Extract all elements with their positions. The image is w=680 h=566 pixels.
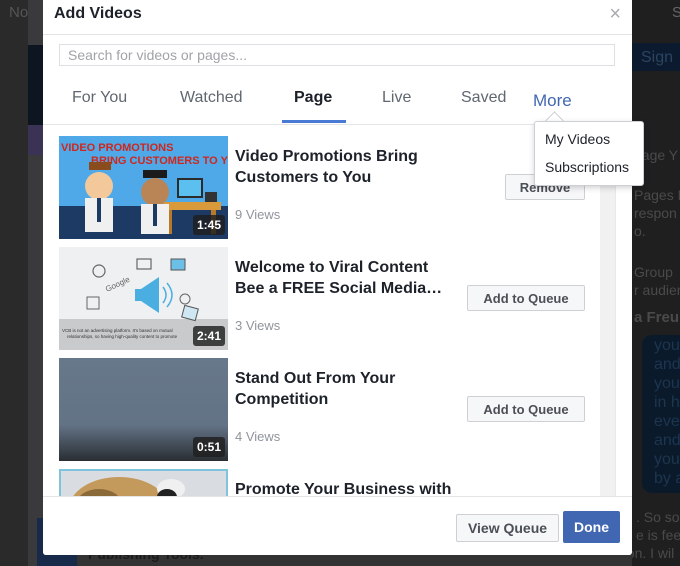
video-list-item[interactable]: VIDEO PROMOTIONS BRING CUSTOMERS TO YOU! [59, 136, 599, 240]
video-duration: 0:51 [192, 437, 225, 457]
active-tab-indicator [282, 120, 346, 123]
video-title[interactable]: Promote Your Business with Video [235, 479, 460, 496]
done-button[interactable]: Done [563, 511, 620, 543]
background-text: r audien [634, 282, 680, 298]
background-left-accent [28, 125, 44, 155]
svg-text:VIDEO PROMOTIONS: VIDEO PROMOTIONS [61, 142, 173, 154]
svg-text:relationships, so having high-: relationships, so having high-quality co… [67, 334, 178, 339]
tab-for-you[interactable]: For You [72, 89, 127, 107]
background-text: a Freun [634, 309, 680, 326]
background-sign-button: Sign [631, 43, 680, 71]
background-chat-bubble: you and you in hi ever and you by a [642, 335, 680, 493]
video-thumbnail[interactable] [59, 469, 228, 496]
video-thumbnail[interactable]: VIDEO PROMOTIONS BRING CUSTOMERS TO YOU! [59, 136, 228, 239]
bubble-line: and [654, 356, 680, 373]
add-videos-dialog: Add Videos × For You Watched Page Live S… [43, 0, 632, 555]
view-queue-button[interactable]: View Queue [456, 514, 559, 542]
background-text: Pages M [634, 187, 680, 203]
svg-text:VCB is not an advertising plat: VCB is not an advertising platform. It's… [62, 328, 173, 333]
search-input[interactable] [59, 44, 615, 66]
video-duration: 2:41 [192, 326, 225, 346]
video-view-count: 3 Views [235, 318, 281, 333]
tab-more[interactable]: More [533, 91, 572, 111]
tab-page[interactable]: Page [294, 89, 332, 107]
bubble-line: ever [654, 413, 680, 430]
background-text: e is feel [636, 527, 680, 543]
close-icon[interactable]: × [609, 4, 621, 24]
video-thumbnail[interactable]: 0:51 [59, 358, 228, 461]
tab-watched[interactable]: Watched [180, 89, 243, 107]
video-title[interactable]: Welcome to Viral Content Bee a FREE Soci… [235, 257, 460, 299]
background-left-text: No [9, 4, 29, 21]
bubble-line: by a [654, 470, 680, 487]
promote-business-thumbnail-image [59, 469, 228, 496]
video-thumbnail[interactable]: Google VCB is not an advertising platfor… [59, 247, 228, 350]
add-to-queue-button[interactable]: Add to Queue [467, 285, 585, 311]
dialog-header: Add Videos × [43, 0, 632, 35]
add-to-queue-button[interactable]: Add to Queue [467, 396, 585, 422]
video-list-item[interactable]: Google VCB is not an advertising platfor… [59, 247, 599, 351]
background-text: o. [634, 223, 646, 239]
background-text: respon [634, 205, 677, 221]
background-right-top-text: S [672, 4, 680, 21]
dialog-title: Add Videos [54, 5, 142, 22]
video-list-item[interactable]: Promote Your Business with Video [59, 469, 599, 496]
video-list-item[interactable]: 0:51 Stand Out From Your Competition 4 V… [59, 358, 599, 462]
bubble-line: you [654, 451, 680, 468]
dialog-footer: View Queue Done [43, 496, 632, 555]
bubble-line: you [654, 337, 680, 354]
background-text: . So so [636, 509, 680, 525]
tab-live[interactable]: Live [382, 89, 411, 107]
video-view-count: 9 Views [235, 207, 281, 222]
video-view-count: 4 Views [235, 429, 281, 444]
video-title[interactable]: Video Promotions Bring Customers to You [235, 146, 460, 188]
svg-text:BRING CUSTOMERS TO YOU!: BRING CUSTOMERS TO YOU! [91, 155, 228, 167]
menu-item-my-videos[interactable]: My Videos [545, 131, 610, 147]
background-left-banner [28, 45, 44, 125]
bubble-line: and [654, 432, 680, 449]
more-dropdown-menu: My Videos Subscriptions [534, 121, 644, 186]
video-title[interactable]: Stand Out From Your Competition [235, 368, 460, 410]
video-duration: 1:45 [192, 215, 225, 235]
menu-item-subscriptions[interactable]: Subscriptions [545, 159, 629, 175]
tab-bar: For You Watched Page Live Saved More [43, 78, 632, 125]
bubble-line: in hi [654, 394, 680, 411]
tab-saved[interactable]: Saved [461, 89, 506, 107]
bubble-line: you [654, 375, 680, 392]
background-text: Group [634, 264, 673, 280]
